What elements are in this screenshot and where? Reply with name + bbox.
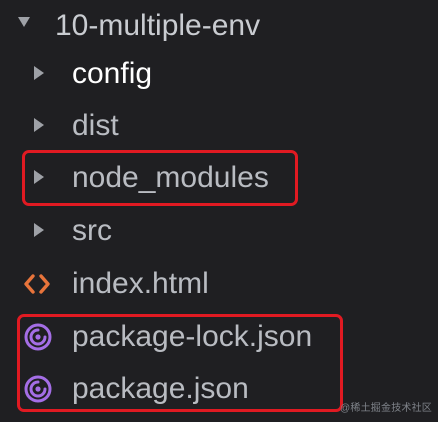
- chevron-right-icon[interactable]: [34, 66, 44, 80]
- folder-label-src: src: [72, 214, 112, 247]
- folder-label-dist: dist: [72, 109, 119, 142]
- folder-row-src[interactable]: src: [0, 205, 438, 257]
- chevron-down-icon[interactable]: [18, 17, 30, 27]
- folder-label-root: 10-multiple-env: [55, 9, 261, 42]
- folder-row-root[interactable]: 10-multiple-env: [0, 0, 438, 52]
- file-row-index-html[interactable]: index.html: [0, 258, 438, 310]
- highlight-box-package-files: [17, 314, 343, 412]
- chevron-right-icon[interactable]: [34, 223, 44, 237]
- watermark-text: @稀土掘金技术社区: [340, 403, 432, 414]
- chevron-right-icon[interactable]: [34, 118, 44, 132]
- highlight-box-node-modules: [22, 150, 298, 206]
- folder-row-config[interactable]: config: [0, 48, 438, 100]
- folder-row-dist[interactable]: dist: [0, 100, 438, 152]
- html-file-icon: [24, 274, 50, 294]
- file-explorer-tree: 10-multiple-env config dist node_modules…: [0, 0, 438, 422]
- file-label-index-html: index.html: [72, 267, 209, 300]
- folder-label-config: config: [72, 57, 153, 90]
